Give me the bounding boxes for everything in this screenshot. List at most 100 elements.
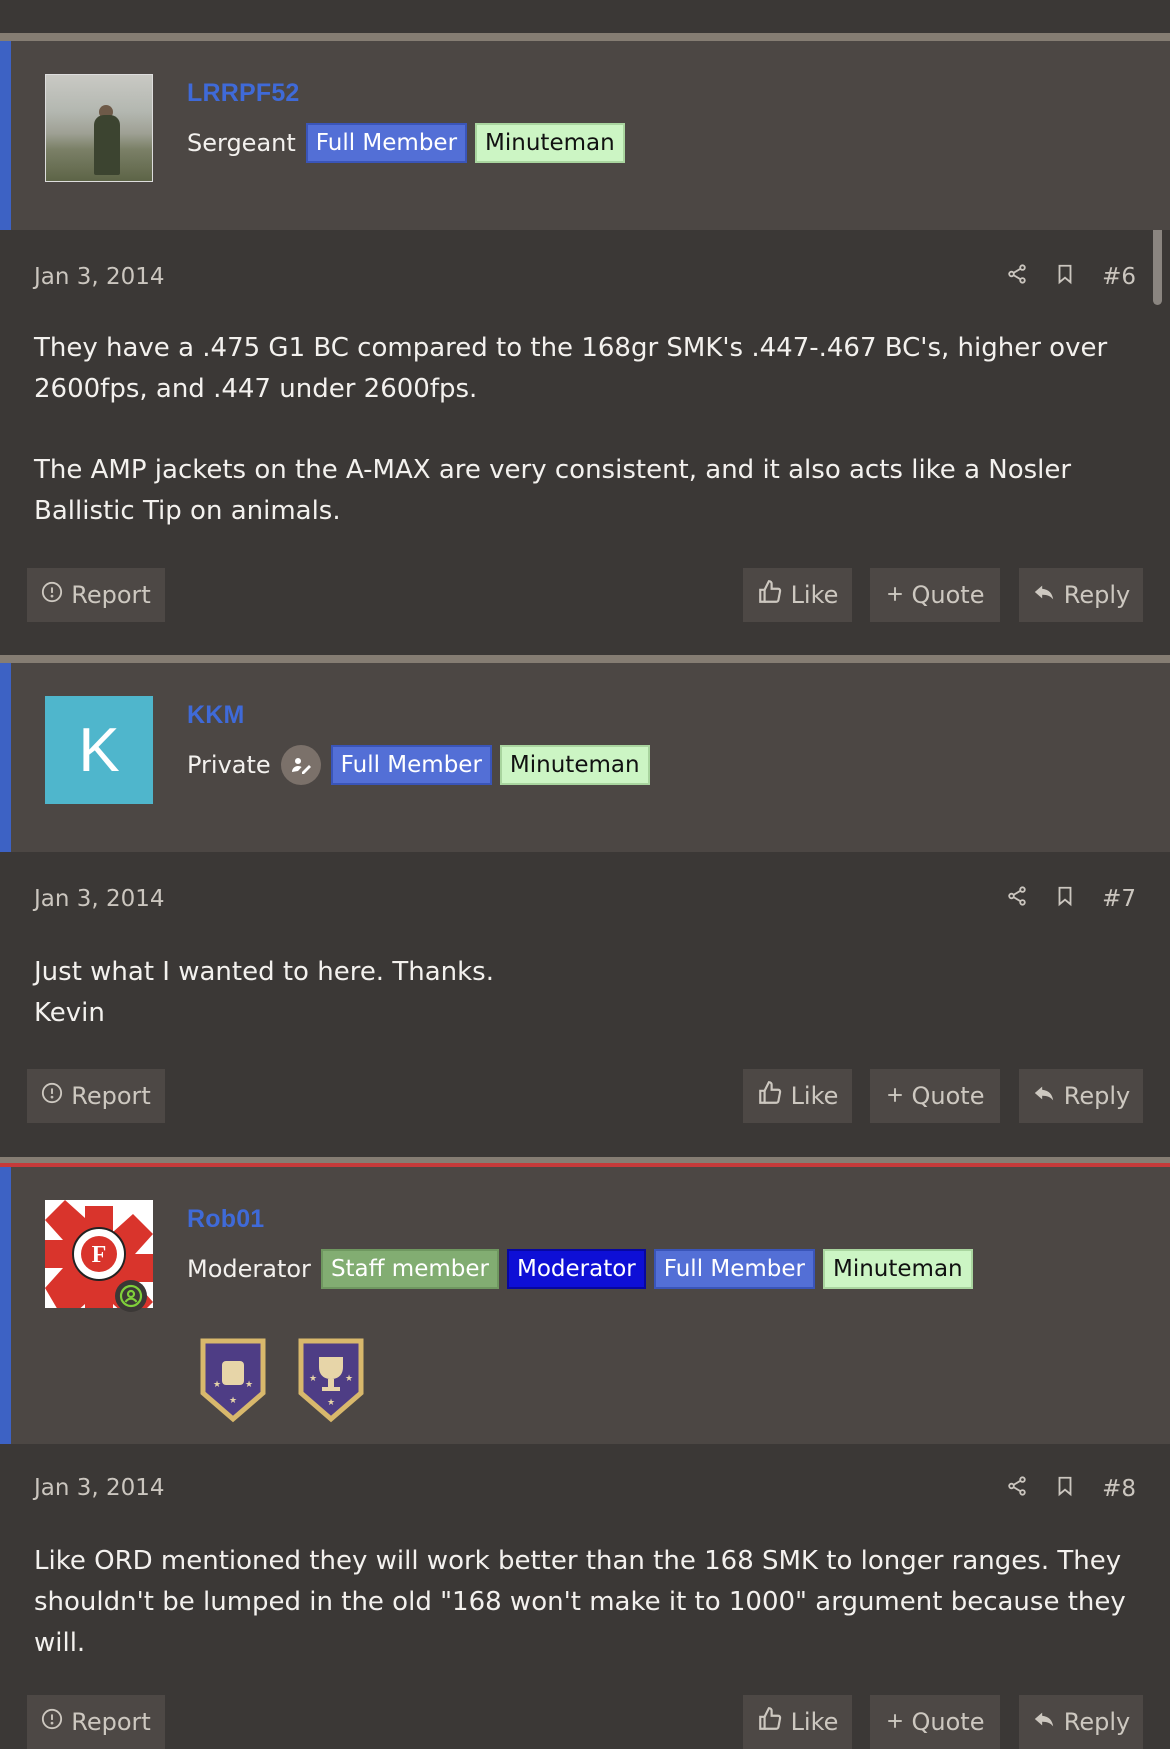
avatar-figure	[94, 115, 120, 175]
post-number[interactable]: #8	[1102, 1476, 1136, 1502]
like-button[interactable]: Like	[743, 1695, 852, 1749]
post-meta-actions: #6	[1006, 263, 1136, 291]
report-button[interactable]: Report	[27, 1695, 165, 1749]
online-user-icon	[115, 1280, 147, 1312]
post-meta-actions: #8	[1006, 1475, 1136, 1503]
reply-label: Reply	[1063, 1082, 1131, 1110]
user-block: K KKM Private Full Member Minuteman	[0, 663, 1170, 852]
share-icon[interactable]	[1006, 263, 1028, 291]
bookmark-icon[interactable]	[1054, 263, 1076, 291]
thumbs-up-icon	[757, 1706, 783, 1738]
post-7: K KKM Private Full Member Minuteman Jan …	[0, 655, 1170, 1157]
badge-moderator: Moderator	[506, 1249, 646, 1289]
user-title-row: Private Full Member Minuteman	[187, 745, 650, 785]
quote-label: Quote	[911, 1082, 985, 1110]
post-meta-actions: #7	[1006, 885, 1136, 913]
user-title-row: Sergeant Full Member Minuteman	[187, 123, 625, 163]
post-date[interactable]: Jan 3, 2014	[34, 886, 165, 912]
top-strip	[0, 0, 1170, 33]
like-label: Like	[790, 1082, 839, 1110]
badge-staff-member: Staff member	[320, 1249, 499, 1289]
username[interactable]: KKM	[187, 701, 245, 730]
reply-button[interactable]: Reply	[1019, 568, 1143, 622]
quote-label: Quote	[911, 581, 985, 609]
avatar[interactable]	[45, 74, 153, 182]
svg-text:★: ★	[213, 1380, 221, 1390]
alert-circle-icon	[41, 581, 63, 609]
user-title-row: Moderator Staff member Moderator Full Me…	[187, 1249, 973, 1289]
post-line: Kevin	[34, 998, 105, 1028]
post-body: They have a .475 G1 BC compared to the 1…	[34, 328, 1134, 572]
thumbs-up-icon	[757, 579, 783, 611]
quote-button[interactable]: Quote	[870, 1069, 1000, 1123]
quote-label: Quote	[911, 1708, 985, 1736]
reply-arrow-icon	[1032, 1082, 1056, 1110]
badge-full-member: Full Member	[653, 1249, 815, 1289]
badge-full-member: Full Member	[305, 123, 468, 163]
username[interactable]: LRRPF52	[187, 79, 300, 108]
post-separator	[0, 33, 1170, 41]
bookmark-icon[interactable]	[1054, 885, 1076, 913]
reply-button[interactable]: Reply	[1019, 1695, 1143, 1749]
user-title: Sergeant	[187, 129, 296, 157]
post-paragraph: They have a .475 G1 BC compared to the 1…	[34, 333, 1108, 404]
report-button[interactable]: Report	[27, 1069, 165, 1123]
alert-circle-icon	[41, 1708, 63, 1736]
username[interactable]: Rob01	[187, 1205, 264, 1234]
svg-text:★: ★	[309, 1374, 317, 1384]
like-button[interactable]: Like	[743, 568, 852, 622]
report-label: Report	[71, 1708, 151, 1736]
like-label: Like	[790, 581, 839, 609]
svg-text:★: ★	[327, 1398, 335, 1408]
like-label: Like	[790, 1708, 839, 1736]
alert-circle-icon	[41, 1082, 63, 1110]
post-body: Like ORD mentioned they will work better…	[34, 1541, 1134, 1704]
share-icon[interactable]	[1006, 885, 1028, 913]
badge-minuteman: Minuteman	[475, 123, 625, 163]
bookmark-icon[interactable]	[1054, 1475, 1076, 1503]
armor-trophy-icon[interactable]: ★ ★ ★	[199, 1337, 267, 1427]
user-block: LRRPF52 Sergeant Full Member Minuteman	[0, 41, 1170, 230]
post-paragraph: Like ORD mentioned they will work better…	[34, 1546, 1126, 1658]
post-6: LRRPF52 Sergeant Full Member Minuteman J…	[0, 33, 1170, 655]
report-button[interactable]: Report	[27, 568, 165, 622]
post-8: F Rob01 Moderator Staff member Moderator…	[0, 1157, 1170, 1749]
reply-button[interactable]: Reply	[1019, 1069, 1143, 1123]
badge-minuteman: Minuteman	[823, 1249, 973, 1289]
badge-minuteman: Minuteman	[499, 745, 650, 785]
quote-button[interactable]: Quote	[870, 1695, 1000, 1749]
user-title: Moderator	[187, 1255, 311, 1283]
post-number[interactable]: #7	[1102, 886, 1136, 912]
post-date[interactable]: Jan 3, 2014	[34, 1475, 165, 1501]
post-line: Just what I wanted to here. Thanks.	[34, 957, 494, 987]
badge-full-member: Full Member	[330, 745, 492, 785]
plus-icon	[886, 1708, 904, 1736]
plus-icon	[886, 1082, 904, 1110]
reply-arrow-icon	[1032, 1708, 1056, 1736]
svg-text:F: F	[92, 1242, 107, 1268]
svg-text:★: ★	[245, 1380, 253, 1390]
post-body: Just what I wanted to here. Thanks. Kevi…	[34, 952, 1134, 1034]
user-title: Private	[187, 751, 271, 779]
post-number[interactable]: #6	[1102, 264, 1136, 290]
reply-label: Reply	[1063, 1708, 1131, 1736]
thumbs-up-icon	[757, 1080, 783, 1112]
post-date[interactable]: Jan 3, 2014	[34, 264, 165, 290]
like-button[interactable]: Like	[743, 1069, 852, 1123]
report-label: Report	[71, 1082, 151, 1110]
avatar[interactable]: F	[45, 1200, 153, 1312]
cup-trophy-icon[interactable]: ★ ★ ★	[297, 1337, 365, 1427]
user-block: F Rob01 Moderator Staff member Moderator…	[0, 1167, 1170, 1444]
report-label: Report	[71, 581, 151, 609]
reply-label: Reply	[1063, 581, 1131, 609]
avatar[interactable]: K	[45, 696, 153, 804]
post-separator	[0, 655, 1170, 663]
svg-text:★: ★	[345, 1374, 353, 1384]
trophy-row: ★ ★ ★ ★ ★ ★	[199, 1337, 365, 1427]
pen-user-icon	[280, 745, 321, 785]
svg-text:★: ★	[229, 1396, 237, 1406]
post-paragraph: The AMP jackets on the A-MAX are very co…	[34, 455, 1072, 526]
quote-button[interactable]: Quote	[870, 568, 1000, 622]
share-icon[interactable]	[1006, 1475, 1028, 1503]
plus-icon	[886, 581, 904, 609]
